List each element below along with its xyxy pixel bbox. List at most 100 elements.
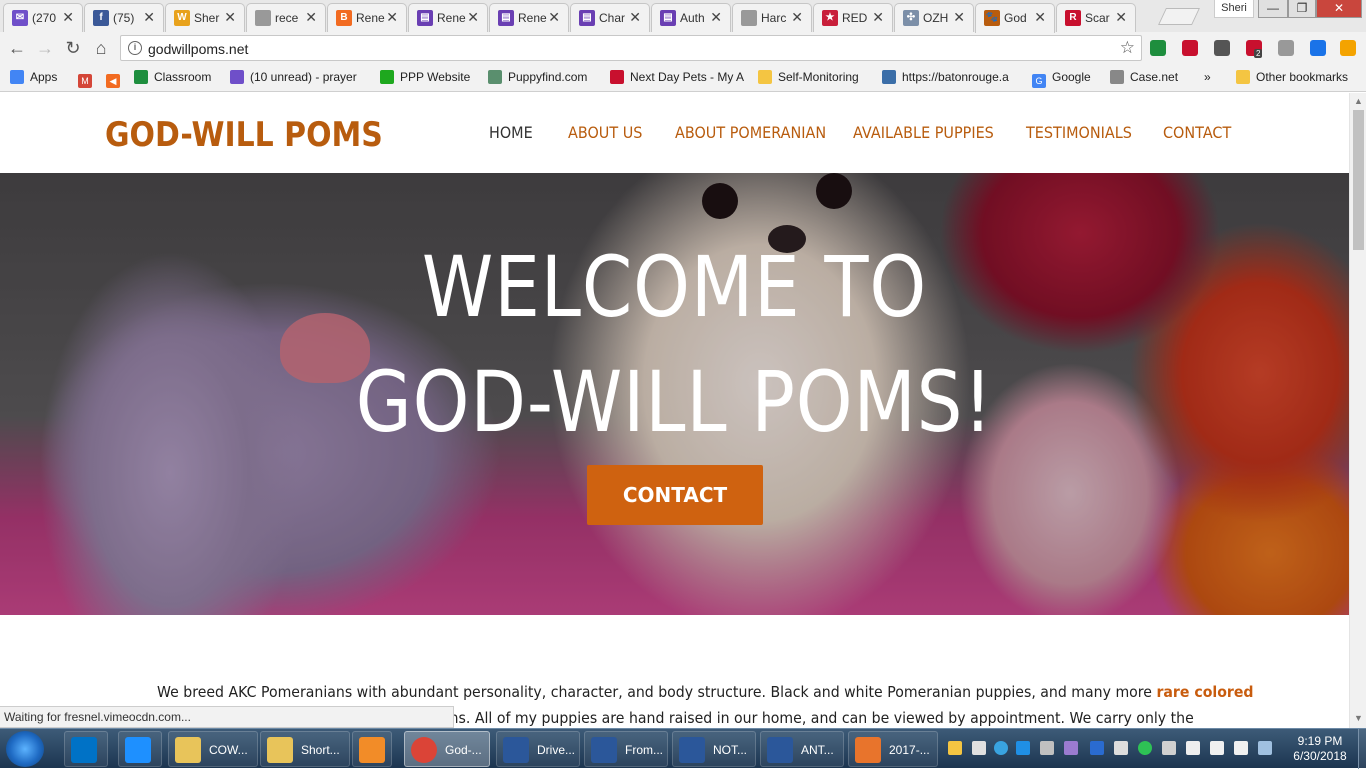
screenshot-ext-icon[interactable]	[1214, 40, 1230, 56]
bookmark-item[interactable]: PPP Website	[380, 70, 470, 84]
page-scrollbar[interactable]: ▲ ▼	[1349, 93, 1366, 728]
tab-close-icon[interactable]: ✕	[710, 9, 722, 26]
browser-tab[interactable]: ✉ (270 ✕	[3, 3, 83, 32]
tab-close-icon[interactable]: ✕	[467, 9, 479, 26]
tray-icon[interactable]	[1138, 741, 1152, 755]
bookmark-item[interactable]: Classroom	[134, 70, 211, 84]
browser-tab[interactable]: R Scar ✕	[1056, 3, 1136, 32]
tab-close-icon[interactable]: ✕	[143, 9, 155, 26]
browser-tab[interactable]: rece ✕	[246, 3, 326, 32]
bookmark-item[interactable]: Self-Monitoring	[758, 70, 859, 84]
start-button[interactable]	[6, 731, 44, 767]
browser-tab[interactable]: ▤ Char ✕	[570, 3, 650, 32]
bookmark-item[interactable]: Apps	[10, 70, 57, 84]
new-tab-button[interactable]	[1158, 8, 1200, 25]
browser-tab[interactable]: ✣ OZH ✕	[894, 3, 974, 32]
tab-close-icon[interactable]: ✕	[386, 9, 398, 26]
nav-contact[interactable]: CONTACT	[1163, 123, 1231, 142]
nav-testimonials[interactable]: TESTIMONIALS	[1026, 123, 1132, 142]
tab-close-icon[interactable]: ✕	[791, 9, 803, 26]
browser-tab[interactable]: 🐾 God ✕	[975, 3, 1055, 33]
nav-home[interactable]: HOME	[489, 123, 533, 142]
taskbar-folder-cow[interactable]: COW...	[168, 731, 258, 767]
scroll-up-arrow-icon[interactable]: ▲	[1354, 96, 1363, 106]
bookmark-item[interactable]: M	[78, 70, 98, 88]
home-button[interactable]: ⌂	[90, 37, 112, 59]
maximize-button[interactable]: ❐	[1288, 0, 1316, 18]
tray-icon[interactable]	[1114, 741, 1128, 755]
bookmark-item[interactable]: ◀	[106, 70, 126, 88]
taskbar-word-drive[interactable]: Drive...	[496, 731, 580, 767]
browser-tab[interactable]: ▤ Rene ✕	[489, 3, 569, 32]
bookmark-star-icon[interactable]: ☆	[1120, 38, 1135, 58]
taskbar-chrome-god[interactable]: God-...	[404, 731, 490, 767]
tab-close-icon[interactable]: ✕	[305, 9, 317, 26]
taskbar-word-ant[interactable]: ANT...	[760, 731, 844, 767]
tray-icon[interactable]	[972, 741, 986, 755]
nav-about-pomeranian[interactable]: ABOUT POMERANIAN	[675, 123, 826, 142]
url-text[interactable]: godwillpoms.net	[148, 41, 248, 57]
browser-tab[interactable]: ★ RED ✕	[813, 3, 893, 32]
adblock-ext-icon[interactable]: 2	[1246, 40, 1263, 58]
bookmark-item[interactable]: https://batonrouge.a	[882, 70, 1009, 84]
taskbar-powerpoint-2017[interactable]: 2017-...	[848, 731, 938, 767]
taskbar-outlook[interactable]	[64, 731, 108, 767]
tab-close-icon[interactable]: ✕	[629, 9, 641, 26]
action-center-icon[interactable]	[1258, 741, 1272, 755]
minimize-button[interactable]: —	[1258, 0, 1288, 18]
rare-colored-link[interactable]: rare colored	[1156, 683, 1253, 701]
scrollbar-thumb[interactable]	[1353, 110, 1364, 250]
tray-icon[interactable]	[1064, 741, 1078, 755]
tab-close-icon[interactable]: ✕	[224, 9, 236, 26]
browser-tab[interactable]: ▤ Auth ✕	[651, 3, 731, 32]
volume-icon[interactable]	[1234, 741, 1248, 755]
address-bar[interactable]: i godwillpoms.net ☆	[120, 35, 1142, 61]
browser-tab[interactable]: Harc ✕	[732, 3, 812, 32]
tab-close-icon[interactable]: ✕	[953, 9, 965, 26]
browser-tab[interactable]: f (75) ✕	[84, 3, 164, 32]
tray-icon[interactable]	[1186, 741, 1200, 755]
bookmark-item[interactable]: (10 unread) - prayer	[230, 70, 357, 84]
bookmark-item[interactable]: G Google	[1032, 70, 1091, 88]
profile-chip[interactable]: Sheri	[1214, 0, 1254, 18]
update-ext-icon[interactable]	[1340, 40, 1356, 56]
system-clock[interactable]: 9:19 PM 6/30/2018	[1285, 734, 1355, 764]
tab-close-icon[interactable]: ✕	[1034, 9, 1046, 26]
snowflake-ext-icon[interactable]	[1310, 40, 1326, 56]
bluetooth-tray-icon[interactable]	[1090, 741, 1104, 755]
taskbar-internet-explorer[interactable]	[118, 731, 162, 767]
reload-button[interactable]: ↻	[62, 37, 84, 59]
taskbar-word-not[interactable]: NOT...	[672, 731, 756, 767]
site-logo[interactable]: GOD-WILL POMS	[105, 115, 383, 155]
classroom-ext-icon[interactable]	[1150, 40, 1166, 56]
dropbox-tray-icon[interactable]	[1016, 741, 1030, 755]
tab-close-icon[interactable]: ✕	[872, 9, 884, 26]
back-button[interactable]: ←	[6, 37, 28, 59]
bookmark-item[interactable]: Next Day Pets - My A	[610, 70, 744, 84]
tab-close-icon[interactable]: ✕	[548, 9, 560, 26]
site-info-icon[interactable]: i	[128, 41, 142, 55]
scroll-down-arrow-icon[interactable]: ▼	[1354, 713, 1363, 723]
taskbar-word-from[interactable]: From...	[584, 731, 668, 767]
browser-tab[interactable]: ▤ Rene ✕	[408, 3, 488, 32]
forward-button[interactable]: →	[34, 37, 56, 59]
hero-contact-button[interactable]: CONTACT	[587, 465, 763, 525]
nav-about-us[interactable]: ABOUT US	[568, 123, 642, 142]
browser-tab[interactable]: W Sher ✕	[165, 3, 245, 32]
tray-icon[interactable]	[1040, 741, 1054, 755]
other-bookmarks-folder[interactable]: Other bookmarks	[1236, 70, 1348, 84]
bookmark-item[interactable]: Puppyfind.com	[488, 70, 587, 84]
tray-icon[interactable]	[948, 741, 962, 755]
pdf-ext-icon[interactable]	[1278, 40, 1294, 56]
show-desktop-button[interactable]	[1358, 729, 1366, 769]
bookmarks-overflow-button[interactable]: »	[1204, 70, 1211, 84]
bookmark-item[interactable]: Case.net	[1110, 70, 1178, 84]
tray-icon[interactable]	[1162, 741, 1176, 755]
close-window-button[interactable]: ✕	[1316, 0, 1362, 18]
tab-close-icon[interactable]: ✕	[62, 9, 74, 26]
network-signal-icon[interactable]	[1210, 741, 1224, 755]
tab-close-icon[interactable]: ✕	[1115, 9, 1127, 26]
browser-tab[interactable]: B Rene ✕	[327, 3, 407, 32]
nav-available-puppies[interactable]: AVAILABLE PUPPIES	[853, 123, 994, 142]
video-ext-icon[interactable]	[1182, 40, 1198, 56]
